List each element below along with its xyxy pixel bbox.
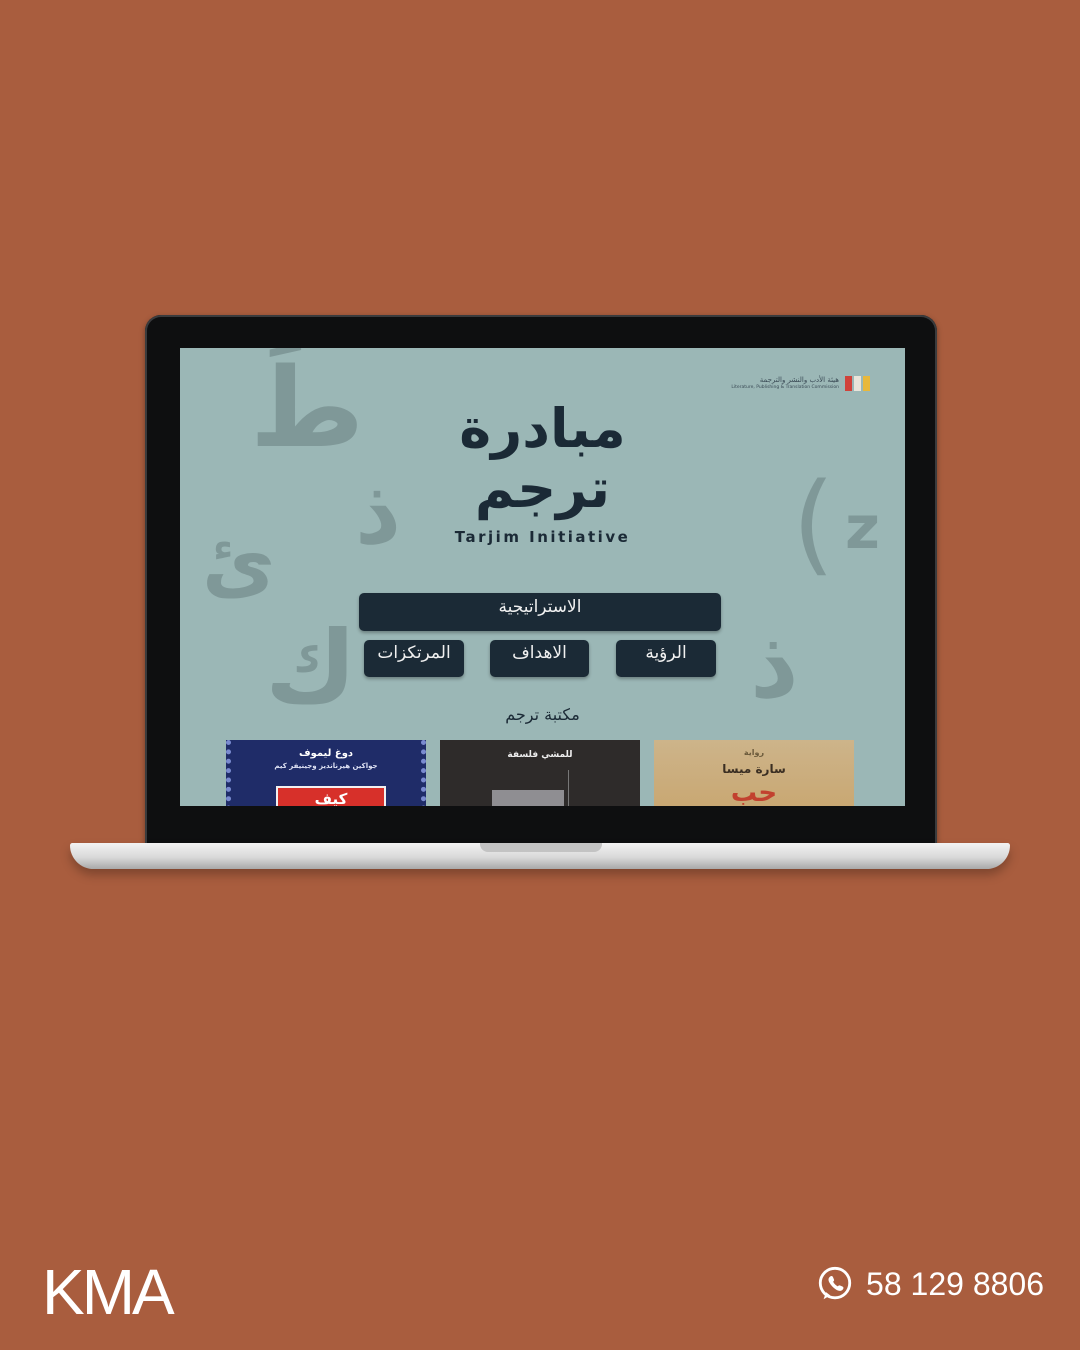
cover-divider bbox=[568, 770, 569, 806]
book-genre: رواية bbox=[743, 748, 765, 757]
book-cover[interactable]: رواية سارة ميسا حب bbox=[654, 740, 854, 806]
logo-mark-icon bbox=[845, 376, 870, 391]
whatsapp-icon bbox=[818, 1266, 852, 1300]
pillars-button[interactable]: المرتكزات bbox=[364, 640, 464, 677]
logo-text-ar: هيئة الأدب والنشر والترجمة bbox=[759, 376, 839, 384]
book-author: دوغ ليموف bbox=[298, 748, 354, 759]
decorative-glyph: ذ bbox=[750, 610, 799, 720]
laptop-base bbox=[70, 843, 1010, 869]
title-line-2: ترجم bbox=[474, 457, 611, 520]
book-author: سارة ميسا bbox=[722, 762, 786, 776]
contact-phone[interactable]: 58 129 8806 bbox=[816, 1265, 1044, 1303]
book-title: حب bbox=[730, 778, 778, 806]
commission-logo[interactable]: هيئة الأدب والنشر والترجمة Literature, P… bbox=[731, 376, 870, 391]
logo-text-en: Literature, Publishing & Translation Com… bbox=[731, 385, 839, 390]
title-english: Tarjim Initiative bbox=[454, 528, 631, 546]
book-cover[interactable]: دوغ ليموف جواكين هيرنانديز وجينيفر كيم ك… bbox=[226, 740, 426, 806]
vision-button[interactable]: الرؤية bbox=[616, 640, 716, 677]
page-title: مبادرة ترجم Tarjim Initiative bbox=[180, 397, 905, 547]
book-title: للمشي فلسفة bbox=[507, 750, 573, 760]
laptop-notch bbox=[480, 843, 602, 852]
kma-logo: KMA bbox=[42, 1256, 175, 1328]
book-title: كيف bbox=[276, 786, 386, 806]
book-translators: جواكين هيرنانديز وجينيفر كيم bbox=[274, 762, 378, 770]
strategy-button[interactable]: الاستراتيجية bbox=[359, 593, 721, 631]
library-heading: مكتبة ترجم bbox=[505, 705, 580, 724]
cover-image bbox=[492, 790, 564, 806]
phone-number: 58 129 8806 bbox=[866, 1265, 1044, 1302]
goals-button[interactable]: الاهداف bbox=[490, 640, 589, 677]
website-screen: طَ ئ ذ ك ( z ذ هيئة الأدب والنشر والترجم… bbox=[180, 348, 905, 806]
title-line-1: مبادرة bbox=[459, 397, 626, 460]
decorative-glyph: ك bbox=[265, 609, 357, 726]
book-cover[interactable]: للمشي فلسفة bbox=[440, 740, 640, 806]
